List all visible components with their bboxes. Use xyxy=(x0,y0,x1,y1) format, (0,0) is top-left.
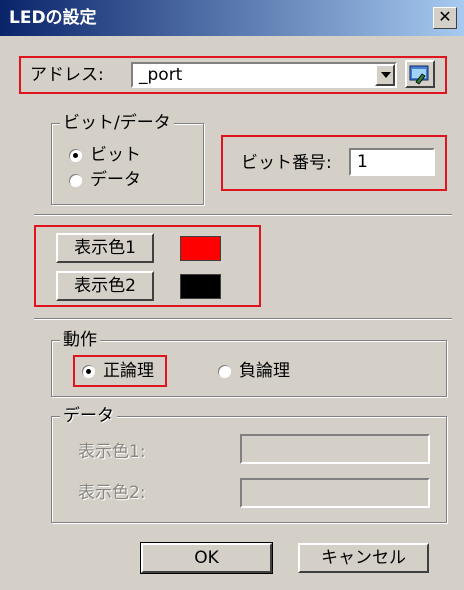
display-color2-button[interactable]: 表示色2 xyxy=(56,271,154,301)
display-color1-button[interactable]: 表示色1 xyxy=(56,233,154,263)
close-button[interactable]: ✕ xyxy=(433,7,457,29)
address-combobox[interactable]: _port xyxy=(131,62,397,88)
radio-bit[interactable] xyxy=(69,149,82,162)
left-gutter xyxy=(0,36,10,590)
address-browse-button[interactable] xyxy=(405,60,435,88)
separator-bottom xyxy=(34,318,452,320)
bit-data-legend: ビット/データ xyxy=(60,112,174,134)
radio-negative-logic[interactable] xyxy=(218,365,231,378)
title-bar[interactable]: LEDの設定 ✕ xyxy=(0,0,464,36)
display-color2-label: 表示色2 xyxy=(74,276,136,296)
radio-positive-logic-label[interactable]: 正論理 xyxy=(103,360,154,382)
bit-number-label: ビット番号: xyxy=(241,153,332,173)
action-legend: 動作 xyxy=(60,329,100,351)
separator-top xyxy=(34,214,452,216)
browse-icon xyxy=(409,65,429,85)
bit-number-value: 1 xyxy=(357,152,368,172)
radio-positive-logic[interactable] xyxy=(82,365,95,378)
data-legend: データ xyxy=(60,405,117,427)
radio-bit-label[interactable]: ビット xyxy=(90,144,141,166)
close-icon: ✕ xyxy=(438,7,452,26)
display-color2-swatch[interactable] xyxy=(180,274,221,299)
display-color1-swatch[interactable] xyxy=(180,236,221,261)
chevron-down-icon[interactable] xyxy=(375,64,395,86)
data-color2-input[interactable] xyxy=(240,478,430,508)
ok-button[interactable]: OK xyxy=(140,542,273,574)
radio-data[interactable] xyxy=(69,174,82,187)
address-label: アドレス: xyxy=(30,65,104,85)
radio-negative-logic-label[interactable]: 負論理 xyxy=(239,360,290,382)
address-value: _port xyxy=(139,65,183,85)
cancel-button[interactable]: キャンセル xyxy=(298,543,429,573)
radio-data-label[interactable]: データ xyxy=(90,169,141,191)
data-color2-label: 表示色2: xyxy=(78,483,146,503)
data-color1-label: 表示色1: xyxy=(78,442,146,462)
led-settings-dialog: LEDの設定 ✕ アドレス: _port ビット/データ ビット データ ビット… xyxy=(0,0,464,590)
ok-label: OK xyxy=(194,548,219,568)
data-color1-input[interactable] xyxy=(240,434,430,464)
window-title: LEDの設定 xyxy=(9,8,97,28)
bit-number-input[interactable]: 1 xyxy=(349,148,435,176)
cancel-label: キャンセル xyxy=(321,548,406,568)
display-color1-label: 表示色1 xyxy=(74,238,136,258)
